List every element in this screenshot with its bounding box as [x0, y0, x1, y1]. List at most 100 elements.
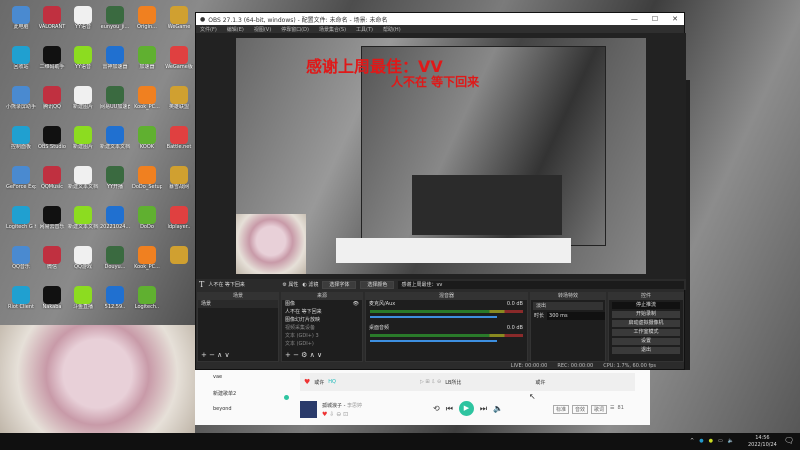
- desktop-icon[interactable]: 微信: [37, 246, 67, 270]
- start-recording-button[interactable]: 开始录制: [612, 311, 680, 318]
- desktop-icon[interactable]: Kook_PC...: [132, 86, 162, 110]
- previous-button[interactable]: ⏮: [446, 404, 453, 414]
- volume-slider[interactable]: [370, 316, 497, 318]
- desktop-icon[interactable]: 网易云音乐: [37, 206, 67, 230]
- desktop-icon[interactable]: 新建文本文档: [68, 166, 98, 190]
- source-item[interactable]: 图像 👁: [282, 300, 362, 308]
- desktop-icon[interactable]: DoDo: [132, 206, 162, 230]
- desktop-icon[interactable]: 新建文本文档: [100, 126, 130, 150]
- menu-tools[interactable]: 工具(T): [356, 26, 373, 33]
- clock[interactable]: 14:56 2022/10/24: [748, 435, 777, 449]
- desktop-icon[interactable]: Nakaba: [37, 286, 67, 310]
- desktop-icon[interactable]: YY开播: [100, 166, 130, 190]
- properties-button[interactable]: ⚙ 属性: [282, 281, 298, 288]
- stop-streaming-button[interactable]: 停止推流: [612, 302, 680, 309]
- desktop-icon[interactable]: 二维码助手: [37, 46, 67, 70]
- desktop-icon[interactable]: WeGame: [164, 6, 194, 30]
- menu-help[interactable]: 帮助(H): [383, 26, 401, 33]
- exit-button[interactable]: 退出: [612, 347, 680, 354]
- desktop-icon[interactable]: Logitech..: [132, 286, 162, 310]
- menu-view[interactable]: 视图(V): [254, 26, 271, 33]
- desktop-icon[interactable]: VALORANT: [37, 6, 67, 30]
- filters-button[interactable]: ◐ 滤镜: [302, 281, 318, 288]
- heart-icon[interactable]: ♥: [304, 378, 310, 386]
- desktop-icon[interactable]: 此电脑: [6, 6, 36, 30]
- text-input[interactable]: 感谢上周最佳：vv: [398, 280, 684, 289]
- desktop-icon[interactable]: Origin...: [132, 6, 162, 30]
- select-color-button[interactable]: 选择颜色: [360, 280, 395, 289]
- network-icon[interactable]: ▭: [718, 438, 723, 444]
- playlist-item[interactable]: 新建歌单2: [213, 390, 236, 397]
- desktop-icon[interactable]: OBS Studio: [37, 126, 67, 150]
- menu-docks[interactable]: 停靠窗口(D): [281, 26, 309, 33]
- menu-file[interactable]: 文件(F): [200, 26, 217, 33]
- visibility-icon[interactable]: 👁: [353, 300, 362, 308]
- desktop-icon[interactable]: 新建文本文档: [68, 206, 98, 230]
- desktop-icon[interactable]: 512.59..: [100, 286, 130, 310]
- volume-icon[interactable]: 🔈: [493, 404, 503, 413]
- source-controls[interactable]: + − ⚙ ∧ ∨: [285, 351, 322, 359]
- desktop-icon[interactable]: 网易UU加速器: [100, 86, 130, 110]
- track-actions[interactable]: ▷ ⊞ ⇩ ⊖: [420, 379, 441, 385]
- menu-scene-collection[interactable]: 场景集合(S): [319, 26, 346, 33]
- desktop-icon[interactable]: 英雄联盟: [164, 86, 194, 110]
- desktop-icon[interactable]: QQMusic: [37, 166, 67, 190]
- play-button[interactable]: ▶: [458, 401, 474, 416]
- lyrics-button[interactable]: 歌词: [591, 405, 608, 414]
- next-button[interactable]: ⏭: [480, 404, 487, 414]
- menu-edit[interactable]: 编辑(E): [227, 26, 244, 33]
- tray-app-icon[interactable]: ●: [709, 438, 713, 444]
- source-item[interactable]: 图像幻灯片放映: [282, 316, 362, 324]
- desktop-icon[interactable]: 20221024...: [100, 206, 130, 230]
- desktop-icon[interactable]: 新建图片: [68, 86, 98, 110]
- desktop-icon[interactable]: Douyu...: [100, 246, 130, 270]
- desktop-icon[interactable]: QQ游戏: [68, 246, 98, 270]
- desktop-icon[interactable]: DoDo_Setup: [132, 166, 162, 190]
- desktop-icon[interactable]: Kook_PC...: [132, 246, 162, 270]
- settings-button[interactable]: 设置: [612, 338, 680, 345]
- like-icon[interactable]: ♥ ⇩ ⊖ ⊡: [322, 411, 348, 418]
- desktop-icon[interactable]: eunyou_ji...: [100, 6, 130, 30]
- source-item[interactable]: 人不在 等下回来: [282, 308, 362, 316]
- desktop-icon[interactable]: 新建图片: [68, 126, 98, 150]
- effects-button[interactable]: 音效: [572, 405, 589, 414]
- desktop-icon[interactable]: 雷神加速器: [100, 46, 130, 70]
- desktop-icon[interactable]: 回收站: [6, 46, 36, 70]
- playlist-item[interactable]: beyond: [213, 406, 232, 412]
- loop-icon[interactable]: ⟲: [433, 404, 440, 413]
- desktop-icon[interactable]: 小熊录屏助手: [6, 86, 36, 110]
- desktop-icon[interactable]: YY语音: [68, 6, 98, 30]
- desktop-icon[interactable]: [164, 246, 194, 264]
- maximize-button[interactable]: ☐: [652, 15, 658, 23]
- speaker-icon[interactable]: 🔈: [728, 438, 734, 444]
- playlist-item[interactable]: vae: [213, 374, 222, 380]
- queue-icon[interactable]: ☰: [610, 405, 614, 414]
- scene-controls[interactable]: + − ∧ ∨: [201, 351, 230, 359]
- select-font-button[interactable]: 选择字体: [322, 280, 357, 289]
- source-item[interactable]: 文本 (GDI+): [282, 340, 362, 348]
- desktop-icon[interactable]: 加速器: [132, 46, 162, 70]
- desktop-icon[interactable]: GeForce Experience: [6, 166, 36, 190]
- album-art[interactable]: [300, 401, 317, 418]
- desktop-icon[interactable]: WeGame版: [164, 46, 194, 70]
- desktop-icon[interactable]: QQ音乐: [6, 246, 36, 270]
- desktop-icon[interactable]: Logitech G HUB: [6, 206, 36, 230]
- virtual-camera-button[interactable]: 启动虚拟摄像机: [612, 320, 680, 327]
- studio-mode-button[interactable]: 工作室模式: [612, 329, 680, 336]
- desktop-icon[interactable]: ldplayer..: [164, 206, 194, 230]
- transition-select[interactable]: 淡出: [533, 302, 603, 310]
- desktop-icon[interactable]: YY语音: [68, 46, 98, 70]
- scene-item[interactable]: 场景: [198, 300, 278, 308]
- desktop-icon[interactable]: KOOK: [132, 126, 162, 150]
- track-row[interactable]: ♥ 或许 HQ ▷ ⊞ ⇩ ⊖ LB所比 或许: [300, 373, 635, 391]
- desktop-icon[interactable]: 斗鱼直播: [68, 286, 98, 310]
- tray-app-icon[interactable]: ●: [699, 438, 703, 444]
- desktop-icon[interactable]: 控制面板: [6, 126, 36, 150]
- desktop-icon[interactable]: Battle.net: [164, 126, 194, 150]
- source-item[interactable]: 视频采集设备: [282, 324, 362, 332]
- preview-canvas[interactable]: 感谢上周最佳：VV 人不在 等下回来: [196, 33, 686, 279]
- quality-button[interactable]: 标准: [553, 405, 570, 414]
- source-item[interactable]: 文本 (GDI+) 3: [282, 332, 362, 340]
- volume-slider[interactable]: [370, 340, 497, 342]
- minimize-button[interactable]: —: [631, 15, 638, 23]
